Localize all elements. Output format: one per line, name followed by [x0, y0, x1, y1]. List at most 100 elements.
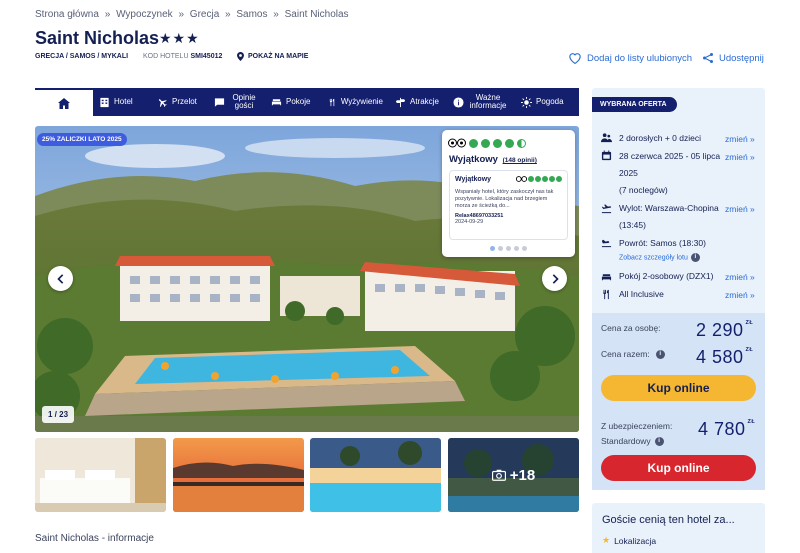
price-total-value: 4 580 [696, 347, 744, 367]
breadcrumb-separator: » [104, 9, 111, 20]
pager-dot[interactable] [514, 246, 519, 251]
review-date: 2024-09-29 [455, 218, 484, 225]
pager-dot[interactable] [498, 246, 503, 251]
currency: ZŁ [745, 320, 754, 326]
tab-weather-label: Pogoda [536, 96, 564, 106]
change-board-link[interactable]: zmień » [725, 290, 755, 300]
breadcrumb-item-country[interactable]: Grecja [190, 9, 219, 20]
hotel-nav-bar: Hotel Przelot Opinie gości Pokoje Wyżywi… [35, 88, 579, 116]
reviews-count-link[interactable]: (148 opinii) [503, 157, 537, 164]
chat-icon [214, 97, 225, 107]
tab-attractions[interactable]: Atrakcje [389, 88, 447, 116]
price-total-label-text: Cena razem: [601, 349, 650, 359]
camera-icon [491, 469, 506, 481]
rating-bubble-full [556, 176, 562, 182]
hotel-code: KOD HOTELU SMI45012 [143, 53, 222, 60]
tripadvisor-owl-icon [516, 176, 527, 182]
tab-important-info[interactable]: Ważne informacje [447, 88, 515, 116]
sunset-pool-photo [173, 438, 304, 512]
home-icon [58, 97, 70, 109]
offer-guests: 2 dorosłych + 0 dzieci [619, 133, 701, 143]
tab-important-info-label: Ważne informacje [469, 92, 507, 110]
flight-details-label: Zobacz szczegóły lotu [619, 254, 688, 262]
breadcrumb-item-current: Saint Nicholas [284, 9, 349, 20]
night-pool-photo [310, 438, 441, 512]
change-guests-link[interactable]: zmień » [725, 134, 755, 144]
buy-online-button[interactable]: Kup online [601, 375, 756, 401]
currency: ZŁ [747, 419, 756, 425]
thumbnail-sunset-pool[interactable] [173, 438, 304, 512]
tab-reviews-label: Opinie gości [232, 92, 256, 110]
tab-board-label: Wyżywienie [340, 96, 383, 106]
offer-return: Powrót: Samos (18:30) [619, 238, 706, 248]
share-button[interactable]: Udostępnij [702, 52, 764, 64]
gallery-counter: 1 / 23 [42, 406, 75, 423]
change-dates-link[interactable]: zmień » [725, 152, 755, 162]
price-total-label: Cena razem: i [601, 349, 665, 360]
add-to-favorites-button[interactable]: Dodaj do listy ulubionych [568, 52, 692, 64]
chevron-left-icon [56, 273, 63, 284]
tab-weather[interactable]: Pogoda [515, 88, 575, 116]
gallery-prev-button[interactable] [48, 266, 73, 291]
price-insured-value: 4 780 [698, 419, 746, 439]
pager-dot[interactable] [506, 246, 511, 251]
tab-board[interactable]: Wyżywienie [322, 88, 389, 116]
rating-bubble-full [535, 176, 541, 182]
tripadvisor-rating: Wyjątkowy (148 opinii) [449, 154, 537, 165]
buy-online-insured-button[interactable]: Kup online [601, 455, 756, 481]
breadcrumb-item-holiday[interactable]: Wypoczynek [116, 9, 173, 20]
tab-home[interactable] [35, 88, 93, 116]
hotel-stars: ★★★ [159, 30, 200, 46]
cutlery-icon [603, 289, 609, 300]
thumbnail-more-photos[interactable]: +18 [448, 438, 579, 512]
price-per-person-value: 2 290 [696, 320, 744, 340]
people-icon [601, 133, 612, 143]
pager-dot[interactable] [522, 246, 527, 251]
info-icon[interactable]: i [655, 350, 665, 360]
price-per-person-label: Cena za osobę: [601, 323, 661, 333]
cutlery-icon [329, 98, 335, 106]
share-icon [703, 53, 713, 63]
guests-card-item-label: Lokalizacja [614, 535, 657, 546]
tripadvisor-card[interactable]: Wyjątkowy (148 opinii) Wyjątkowy Wspania… [442, 130, 575, 257]
tab-reviews[interactable]: Opinie gości [208, 88, 265, 116]
breadcrumb-item-home[interactable]: Strona główna [35, 9, 99, 20]
change-flight-link[interactable]: zmień » [725, 204, 755, 214]
rating-bubble-full [542, 176, 548, 182]
tab-hotel[interactable]: Hotel [93, 88, 151, 116]
show-map-link[interactable]: POKAŻ NA MAPIE [237, 52, 308, 61]
bed-icon [271, 98, 282, 105]
review-pager [442, 246, 575, 251]
gallery-next-button[interactable] [542, 266, 567, 291]
breadcrumb-separator: » [273, 9, 279, 20]
info-icon[interactable]: i [654, 437, 664, 447]
sun-icon [521, 96, 532, 108]
plane-icon [158, 98, 167, 107]
breadcrumb: Strona główna » Wypoczynek » Grecja » Sa… [35, 9, 349, 20]
tab-flight[interactable]: Przelot [151, 88, 208, 116]
tab-flight-label: Przelot [172, 96, 197, 106]
offer-departure-time: (13:45) [619, 220, 646, 230]
insurance-type-text: Standardowy [601, 436, 651, 446]
thumbnail-room[interactable] [35, 438, 166, 512]
share-label: Udostępnij [719, 52, 764, 64]
rating-bubble-full [469, 138, 478, 148]
review-text: Wspaniały hotel, który zaskoczył nas tak… [455, 189, 554, 209]
section-heading-info: Saint Nicholas - informacje [35, 533, 154, 544]
price-total: 4 580 ZŁ [696, 347, 753, 368]
change-room-link[interactable]: zmień » [725, 272, 755, 282]
breadcrumb-item-region[interactable]: Samos [236, 9, 267, 20]
offer-dates-line2: 2025 [619, 168, 638, 178]
info-icon: i [690, 253, 700, 262]
insurance-type-label: Standardowy i [601, 436, 664, 447]
hotel-code-value: SMI45012 [190, 53, 223, 60]
flight-details-link[interactable]: Zobacz szczegóły lotu i [619, 253, 700, 262]
offer-room: Pokój 2-osobowy (DZX1) [619, 271, 714, 281]
pager-dot-active[interactable] [490, 246, 495, 251]
thumbnail-night-pool[interactable] [310, 438, 441, 512]
plane-arrival-icon [601, 239, 612, 248]
tripadvisor-header [448, 138, 526, 148]
info-icon [453, 96, 464, 108]
tab-rooms[interactable]: Pokoje [265, 88, 322, 116]
tab-rooms-label: Pokoje [286, 96, 311, 106]
